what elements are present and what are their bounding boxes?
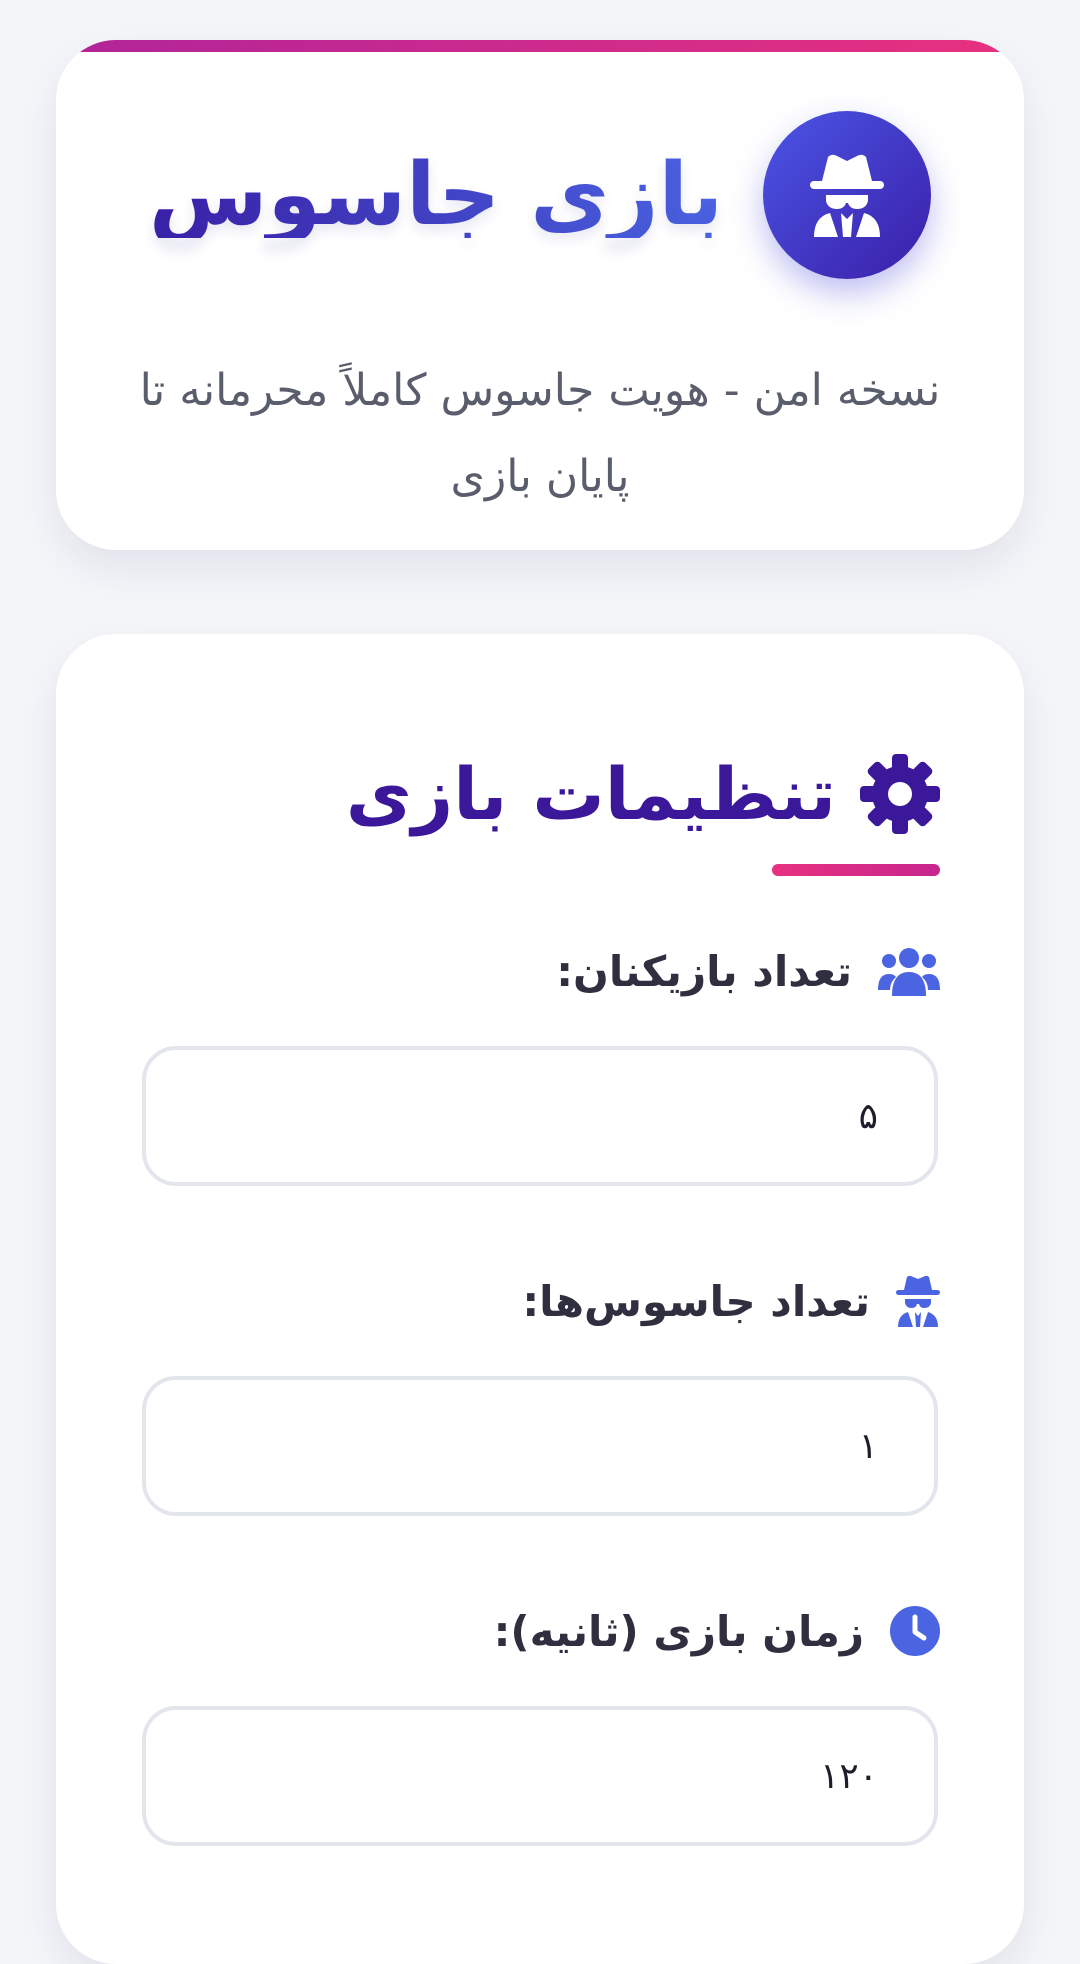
- settings-card: تنظیمات بازی تعداد بازیکنان: ۵ تعداد جاس…: [56, 634, 1024, 1964]
- gear-icon: [860, 754, 940, 834]
- settings-heading: تنظیمات بازی: [346, 734, 940, 854]
- clock-icon: [890, 1606, 940, 1656]
- app-subtitle: نسخه امن - هویت جاسوس کاملاً محرمانه تا …: [139, 365, 941, 502]
- title-row: بازی جاسوس: [56, 110, 1024, 280]
- spy-icon: [808, 153, 886, 237]
- settings-title: تنظیمات بازی: [345, 752, 836, 836]
- spies-count-input[interactable]: [142, 1376, 938, 1516]
- settings-title-underline: [772, 864, 940, 876]
- spies-label: تعداد جاسوس‌ها:: [522, 1266, 940, 1336]
- app-title: بازی جاسوس: [148, 145, 724, 245]
- time-label-text: زمان بازی (ثانیه):: [493, 1606, 864, 1656]
- logo-badge: [763, 111, 932, 279]
- time-label: زمان بازی (ثانیه):: [494, 1596, 940, 1666]
- header-card: بازی جاسوس نسخه امن - هویت جاسوس کاملاً …: [56, 40, 1024, 550]
- spy-icon: [896, 1275, 940, 1327]
- spies-label-text: تعداد جاسوس‌ها:: [522, 1276, 870, 1326]
- users-icon: [878, 946, 940, 996]
- header-accent-bar: [56, 40, 1024, 52]
- players-label: تعداد بازیکنان:: [556, 936, 940, 1006]
- game-time-input[interactable]: [142, 1706, 938, 1846]
- players-label-text: تعداد بازیکنان:: [556, 946, 852, 996]
- players-count-input[interactable]: [142, 1046, 938, 1186]
